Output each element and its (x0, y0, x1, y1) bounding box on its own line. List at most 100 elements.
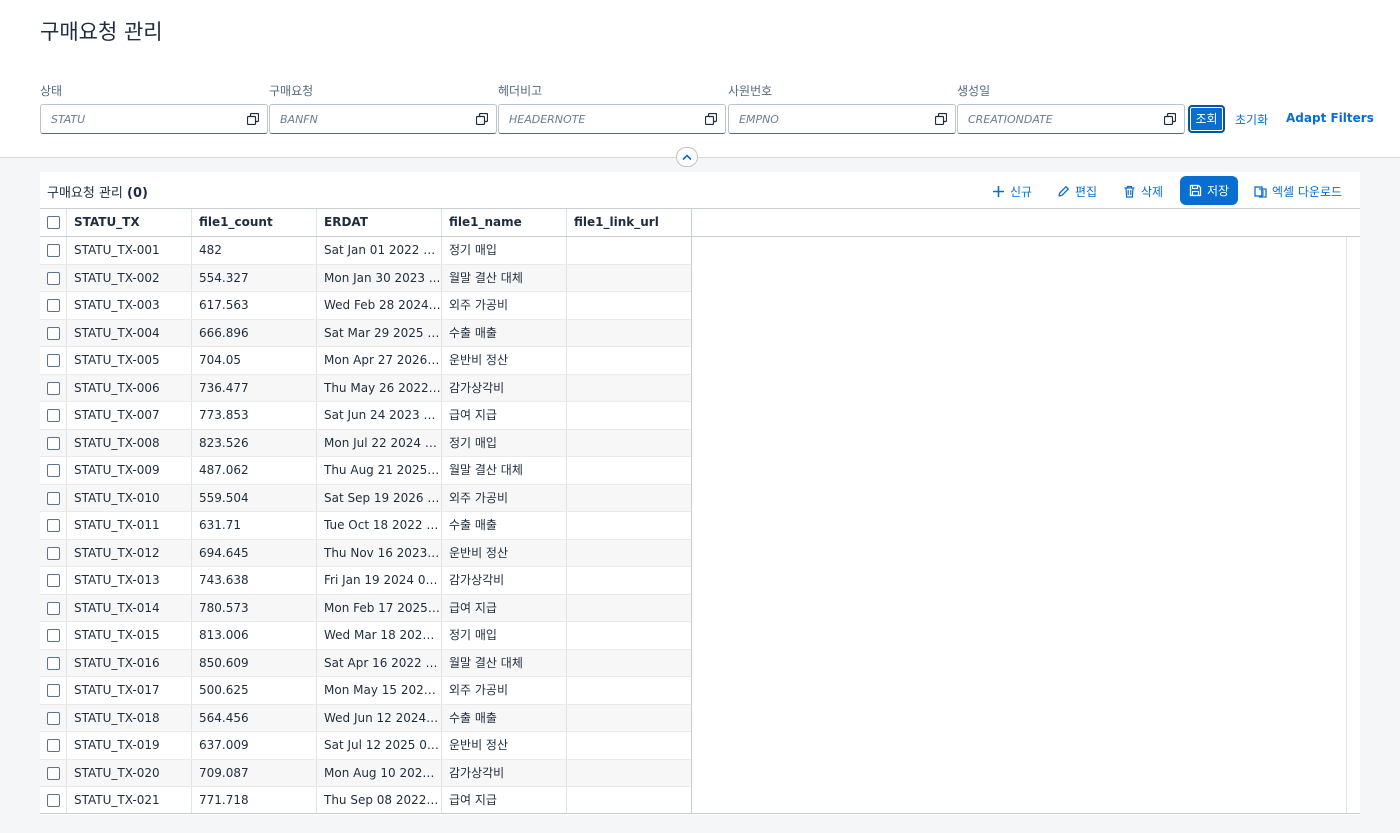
clear-button[interactable]: 초기화 (1235, 111, 1268, 128)
empno-filter-field[interactable] (728, 104, 956, 134)
table-row[interactable]: STATU_TX-002 554.327 Mon Jan 30 2023 ... 월말… (40, 264, 692, 292)
excel-export-icon (1254, 185, 1267, 198)
status-filter-field[interactable] (40, 104, 268, 134)
table-row[interactable]: STATU_TX-006 736.477 Thu May 26 2022 ... 감가… (40, 374, 692, 402)
table-row[interactable]: STATU_TX-018 564.456 Wed Jun 12 2024 ... 수출… (40, 704, 692, 732)
table-row[interactable]: STATU_TX-016 850.609 Sat Apr 16 2022 0... 월… (40, 649, 692, 677)
row-select-cell (40, 622, 67, 649)
new-button-label: 신규 (1010, 184, 1033, 199)
status-input[interactable] (41, 105, 231, 133)
save-button[interactable]: 저장 (1180, 176, 1239, 205)
row-checkbox[interactable] (47, 601, 60, 615)
excel-download-label: 엑셀 다운로드 (1272, 184, 1343, 199)
go-button[interactable]: 조회 (1188, 105, 1225, 133)
headernote-input[interactable] (499, 105, 689, 133)
table-row[interactable]: STATU_TX-012 694.645 Thu Nov 16 2023 0... 운… (40, 539, 692, 567)
cell-file1-name: 외주 가공비 (442, 484, 567, 511)
cell-file1-link-url (567, 567, 692, 594)
row-checkbox[interactable] (47, 464, 60, 477)
table-row[interactable]: STATU_TX-001 482 Sat Jan 01 2022 0... 정기 매입 (40, 237, 692, 265)
select-all-checkbox[interactable] (47, 216, 60, 229)
cell-file1-count: 631.71 (192, 512, 317, 539)
row-checkbox[interactable] (47, 409, 60, 422)
row-select-cell (40, 374, 67, 401)
value-help-icon[interactable] (247, 113, 259, 125)
row-checkbox[interactable] (47, 629, 60, 642)
cell-file1-name: 외주 가공비 (442, 677, 567, 704)
excel-download-button[interactable]: 엑셀 다운로드 (1254, 178, 1342, 204)
row-checkbox[interactable] (47, 711, 60, 725)
row-select-cell (40, 429, 67, 456)
edit-button[interactable]: 편집 (1057, 178, 1097, 204)
row-checkbox[interactable] (47, 519, 60, 532)
row-select-cell (40, 787, 67, 813)
row-checkbox[interactable] (47, 766, 60, 780)
value-help-icon[interactable] (705, 113, 717, 125)
table-row[interactable]: STATU_TX-010 559.504 Sat Sep 19 2026 0... 외… (40, 484, 692, 512)
cell-erdat: Sat Jun 24 2023 0... (317, 402, 442, 429)
table-row[interactable]: STATU_TX-019 637.009 Sat Jul 12 2025 00...… (40, 732, 692, 760)
table-row[interactable]: STATU_TX-011 631.71 Tue Oct 18 2022 0... 수출… (40, 512, 692, 540)
value-help-icon[interactable] (476, 113, 488, 125)
column-header-file1-name[interactable]: file1_name (442, 209, 567, 236)
cell-statu-tx: STATU_TX-002 (67, 264, 192, 291)
row-select-cell (40, 512, 67, 539)
row-checkbox[interactable] (47, 271, 60, 285)
row-checkbox[interactable] (47, 244, 60, 257)
column-header-file1-link-url[interactable]: file1_link_url (567, 209, 692, 236)
cell-file1-link-url (567, 402, 692, 429)
table-row[interactable]: STATU_TX-007 773.853 Sat Jun 24 2023 0... 급… (40, 402, 692, 430)
table-row[interactable]: STATU_TX-017 500.625 Mon May 15 2023 ... 외주… (40, 677, 692, 705)
column-header-file1-count[interactable]: file1_count (192, 209, 317, 236)
creationdate-filter-field[interactable] (957, 104, 1185, 134)
cell-file1-name: 정기 매입 (442, 429, 567, 456)
cell-file1-name: 외주 가공비 (442, 292, 567, 319)
cell-file1-link-url (567, 787, 692, 813)
collapse-header-button[interactable] (676, 147, 698, 167)
cell-file1-name: 월말 결산 대체 (442, 264, 567, 291)
table-row[interactable]: STATU_TX-005 704.05 Mon Apr 27 2026 ... 운반비… (40, 347, 692, 375)
table-row[interactable]: STATU_TX-013 743.638 Fri Jan 19 2024 00...… (40, 567, 692, 595)
row-checkbox[interactable] (47, 299, 60, 312)
value-help-icon[interactable] (1164, 113, 1176, 125)
row-checkbox[interactable] (47, 436, 60, 450)
table-row[interactable]: STATU_TX-014 780.573 Mon Feb 17 2025 ... 급여… (40, 594, 692, 622)
row-checkbox[interactable] (47, 739, 60, 752)
row-checkbox[interactable] (47, 326, 60, 340)
creationdate-input[interactable] (958, 105, 1148, 133)
banfn-filter-field[interactable] (269, 104, 497, 134)
delete-button[interactable]: 삭제 (1123, 178, 1163, 204)
cell-file1-link-url (567, 732, 692, 759)
column-header-statu-tx[interactable]: STATU_TX (67, 209, 192, 236)
table-row[interactable]: STATU_TX-008 823.526 Mon Jul 22 2024 0... 정… (40, 429, 692, 457)
table-row[interactable]: STATU_TX-021 771.718 Thu Sep 08 2022 0... 급… (40, 787, 692, 813)
row-checkbox[interactable] (47, 574, 60, 587)
cell-statu-tx: STATU_TX-017 (67, 677, 192, 704)
table-row[interactable]: STATU_TX-015 813.006 Wed Mar 18 2026 ... 정기… (40, 622, 692, 650)
cell-file1-link-url (567, 649, 692, 676)
row-checkbox[interactable] (47, 656, 60, 670)
table-row[interactable]: STATU_TX-009 487.062 Thu Aug 21 2025 0... 월… (40, 457, 692, 485)
row-checkbox[interactable] (47, 491, 60, 505)
adapt-filters-button[interactable]: Adapt Filters (1286, 111, 1374, 125)
headernote-filter-field[interactable] (498, 104, 726, 134)
row-checkbox[interactable] (47, 794, 60, 807)
table-row[interactable]: STATU_TX-020 709.087 Mon Aug 10 2026 ... 감가… (40, 759, 692, 787)
cell-file1-link-url (567, 374, 692, 401)
value-help-icon[interactable] (935, 113, 947, 125)
table-row[interactable]: STATU_TX-004 666.896 Sat Mar 29 2025 0... 수… (40, 319, 692, 347)
table-row[interactable]: STATU_TX-003 617.563 Wed Feb 28 2024 ... 외주… (40, 292, 692, 320)
column-header-erdat[interactable]: ERDAT (317, 209, 442, 236)
cell-statu-tx: STATU_TX-015 (67, 622, 192, 649)
row-select-cell (40, 292, 67, 319)
new-button[interactable]: 신규 (992, 178, 1032, 204)
banfn-input[interactable] (270, 105, 460, 133)
cell-erdat: Wed Feb 28 2024 ... (317, 292, 442, 319)
row-checkbox[interactable] (47, 381, 60, 395)
cell-file1-count: 637.009 (192, 732, 317, 759)
row-checkbox[interactable] (47, 354, 60, 367)
row-checkbox[interactable] (47, 546, 60, 560)
row-checkbox[interactable] (47, 684, 60, 697)
empno-input[interactable] (729, 105, 919, 133)
cell-file1-link-url (567, 237, 692, 264)
